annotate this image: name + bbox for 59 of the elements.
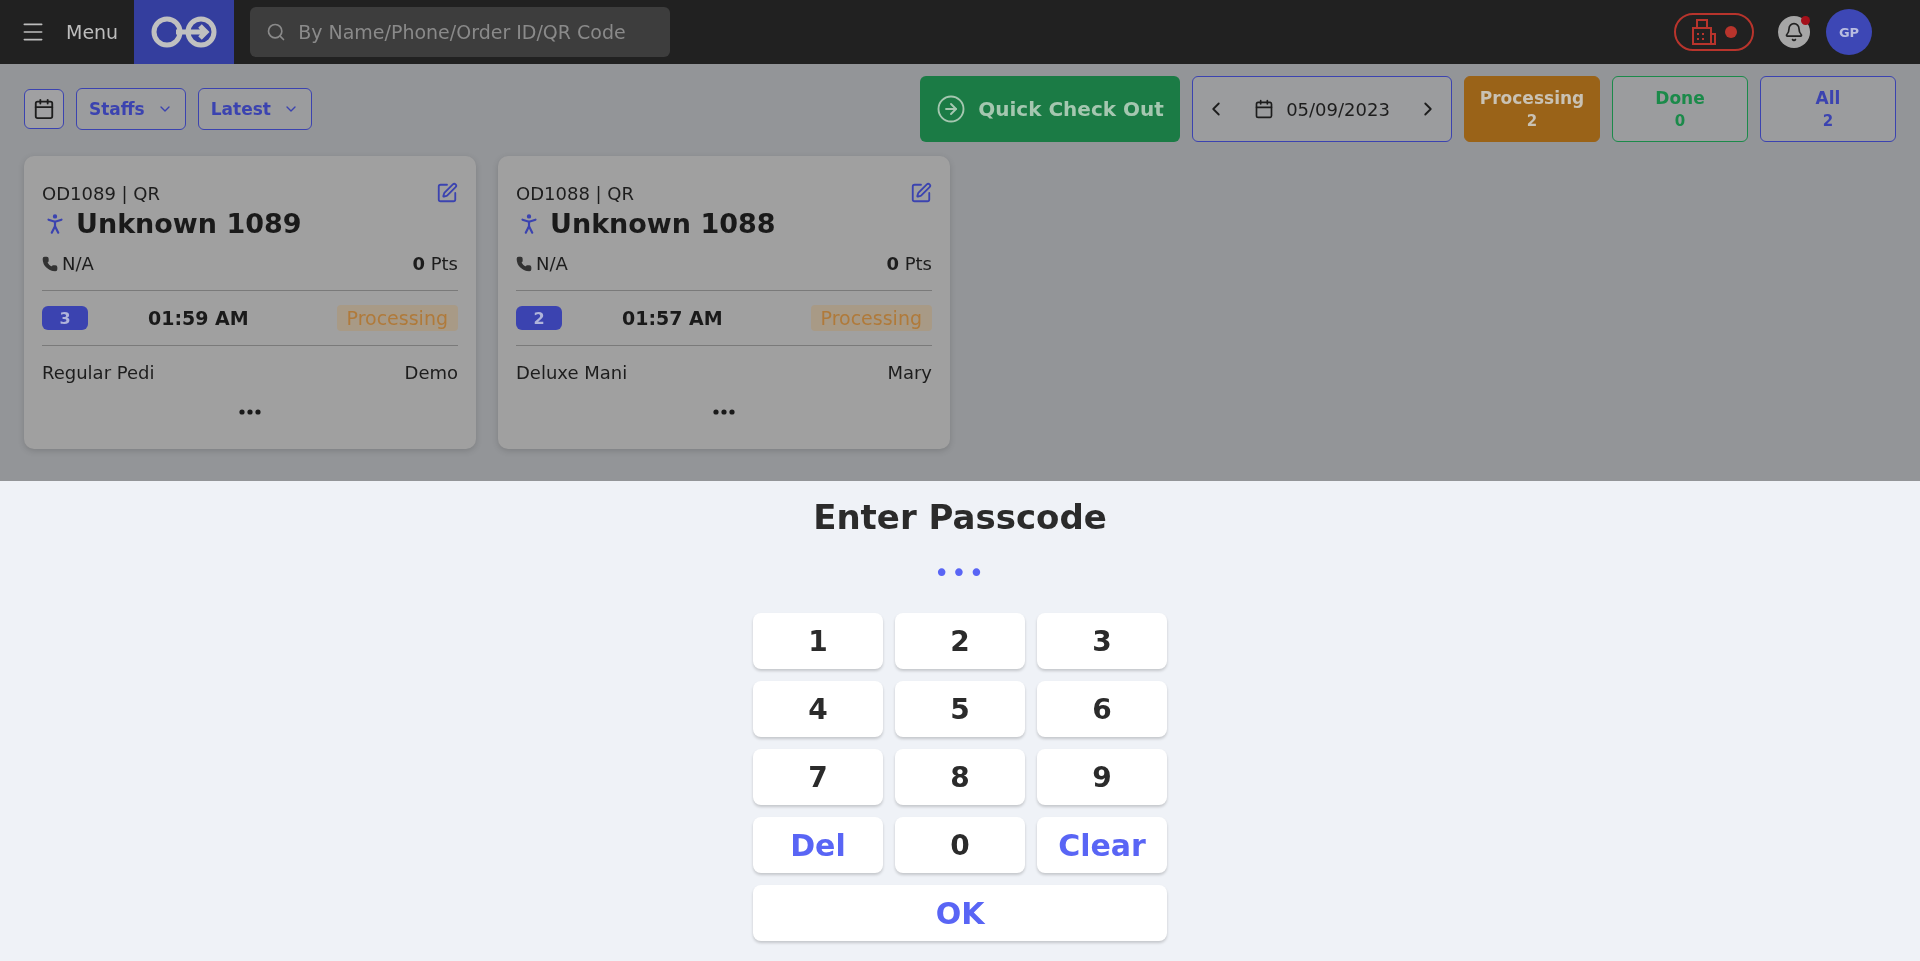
service-name: Deluxe Mani [516,362,628,383]
search-icon [266,22,287,42]
keypad-key[interactable]: 1 [753,613,883,669]
passcode-field[interactable]: ••• [900,555,1020,591]
keypad-key[interactable]: 5 [895,681,1025,737]
staff-name: Demo [404,362,458,383]
printer-icon [1691,18,1717,46]
keypad-key[interactable]: 7 [753,749,883,805]
date-text: 05/09/2023 [1286,98,1390,120]
queue-number: 2 [516,306,562,330]
user-avatar[interactable]: GP [1826,9,1872,55]
more-button[interactable] [239,409,261,415]
order-time: 01:59 AM [148,307,250,329]
keypad-key[interactable]: 6 [1037,681,1167,737]
notification-button[interactable] [1778,16,1810,48]
status-label: Processing [336,305,458,331]
edit-icon[interactable] [910,182,932,204]
order-time: 01:57 AM [622,307,724,329]
keypad-key[interactable]: Del [753,817,883,873]
ellipsis-icon [239,409,261,415]
order-card[interactable]: OD1089 | QR Unknown 1089 N/A 0 Pts 3 01:59 AM Processing Regular Pedi Demo [24,156,476,449]
printer-status-button[interactable] [1674,13,1754,51]
queue-number: 3 [42,306,88,330]
link-logo-icon [150,15,219,49]
order-id: OD1088 | QR [516,182,635,204]
menu-button[interactable]: Menu [20,19,119,45]
keypad-key[interactable]: 3 [1037,613,1167,669]
calendar-button[interactable] [24,89,64,129]
phone-number: N/A [536,253,568,274]
bell-icon [1784,22,1804,42]
calendar-icon [33,98,55,120]
customer-name: Unknown 1088 [550,208,776,239]
points: 0 Pts [412,253,458,274]
ok-button[interactable]: OK [753,885,1167,941]
date-picker[interactable]: 05/09/2023 [1192,76,1452,142]
calendar-icon [1254,99,1275,119]
edit-icon[interactable] [436,182,458,204]
customer-name: Unknown 1089 [76,208,302,239]
keypad-key[interactable]: 0 [895,817,1025,873]
arrow-circle-icon [936,94,967,124]
phone-icon [42,255,58,272]
status-label: Processing [810,305,932,331]
keypad-key[interactable]: 2 [895,613,1025,669]
staff-name: Mary [887,362,932,383]
logo[interactable] [134,0,235,64]
service-name: Regular Pedi [42,362,155,383]
points: 0 Pts [886,253,932,274]
phone-icon [516,255,532,272]
more-button[interactable] [713,409,735,415]
ellipsis-icon [713,409,735,415]
order-card[interactable]: OD1088 | QR Unknown 1088 N/A 0 Pts 2 01:57 AM Processing Deluxe Mani Mary [498,156,950,449]
search-field[interactable]: By Name/Phone/Order ID/QR Code [250,7,671,57]
keypad-key[interactable]: 8 [895,749,1025,805]
passcode-title: Enter Passcode [813,497,1107,537]
keypad-key[interactable]: 9 [1037,749,1167,805]
keypad-key[interactable]: 4 [753,681,883,737]
phone-number: N/A [62,253,94,274]
order-id: OD1089 | QR [42,182,161,204]
keypad-key[interactable]: Clear [1037,817,1167,873]
